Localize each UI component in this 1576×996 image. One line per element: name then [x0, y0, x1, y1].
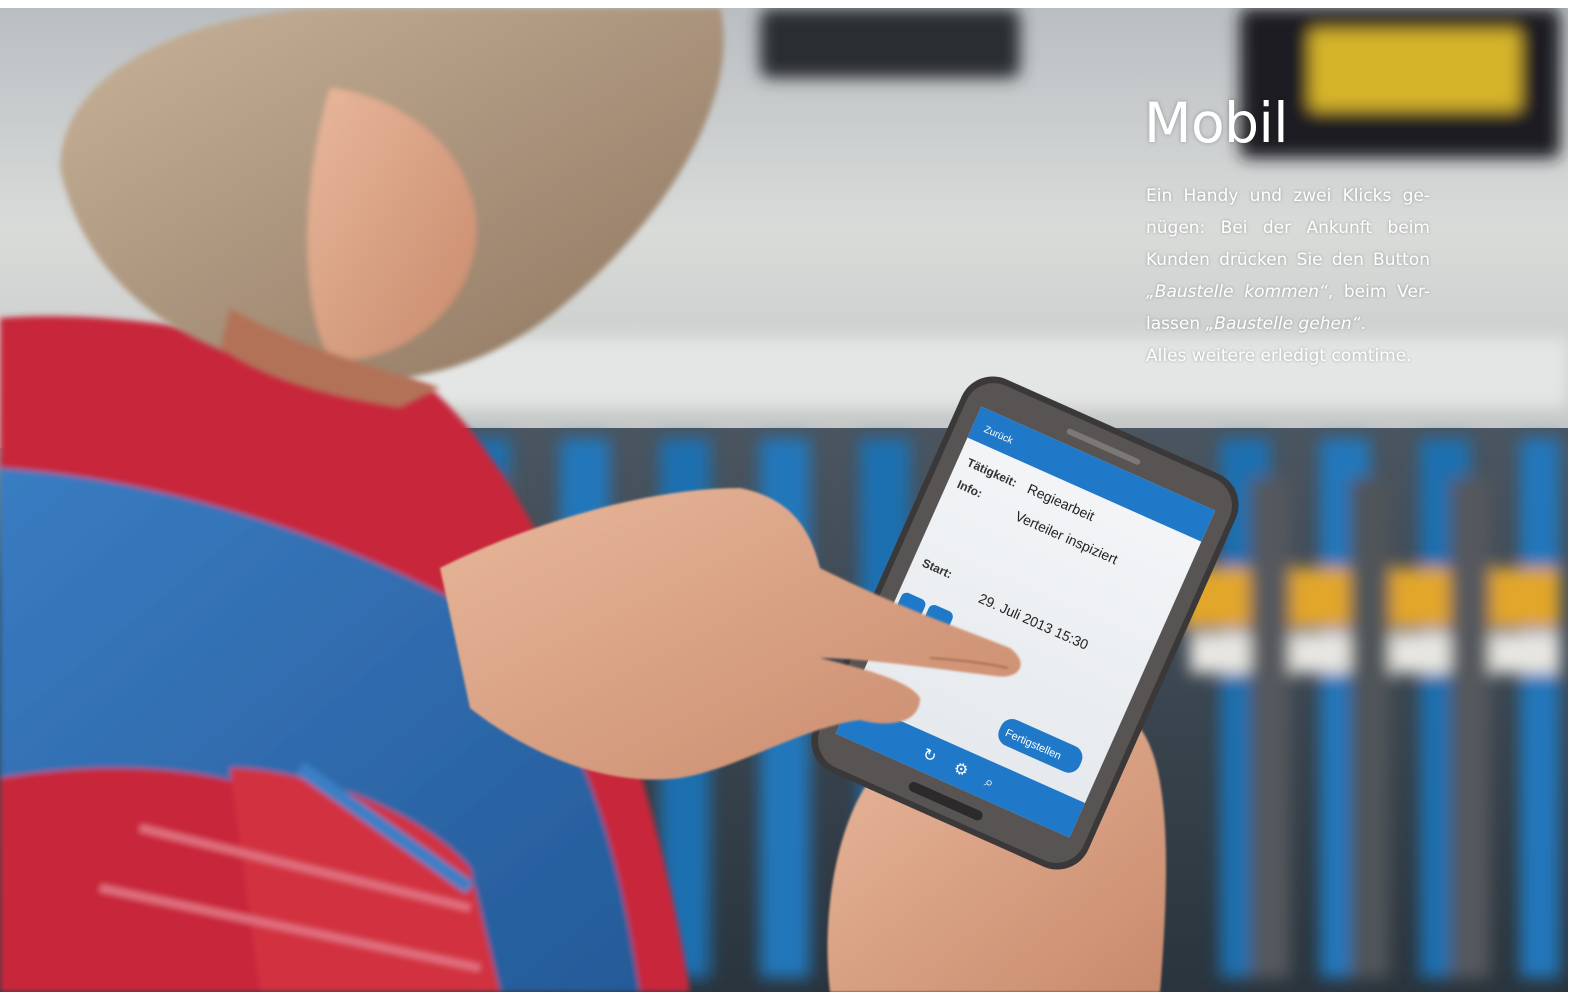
quote-baustelle-gehen: „Baustelle gehen“	[1205, 314, 1361, 334]
paragraph-line: Kunden drücken Sie den Button	[1146, 250, 1430, 270]
paragraph-line: nügen: Bei der Ankunft beim	[1146, 218, 1430, 238]
page-title: Mobil	[1144, 91, 1289, 155]
paragraph-line: Ein Handy und zwei Klicks ge-	[1146, 186, 1430, 206]
paragraph-line: Alles weitere erledigt comtime.	[1146, 346, 1412, 366]
quote-baustelle-kommen: „Baustelle kommen“	[1146, 282, 1328, 302]
article-paragraph: Ein Handy und zwei Klicks ge- nügen: Bei…	[1146, 180, 1430, 372]
paragraph-line: „Baustelle kommen“, beim Ver-	[1146, 276, 1430, 308]
paragraph-fragment: lassen	[1146, 314, 1206, 334]
article-text: Mobil Ein Handy und zwei Klicks ge- nüge…	[1144, 90, 1430, 372]
paragraph-fragment: , beim Ver-	[1327, 282, 1430, 302]
photo-technician-with-smartphone: Zurück Tätigkeit: Regiearbeit Info: Vert…	[0, 8, 1568, 992]
paragraph-fragment: .	[1360, 314, 1366, 334]
page: Zurück Tätigkeit: Regiearbeit Info: Vert…	[0, 0, 1576, 996]
paragraph-line: lassen „Baustelle gehen“.	[1146, 308, 1430, 340]
